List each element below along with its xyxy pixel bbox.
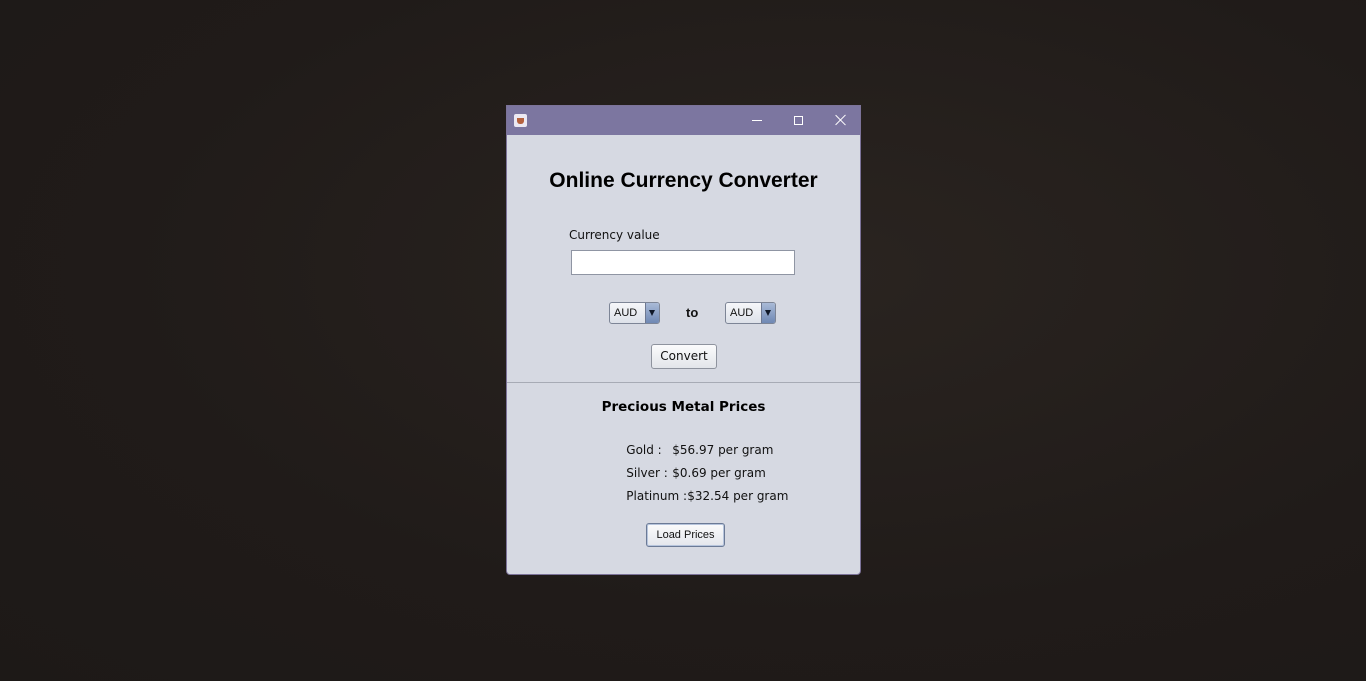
convert-button[interactable]: Convert	[651, 344, 717, 369]
java-app-icon	[514, 114, 527, 127]
close-icon	[835, 114, 847, 126]
from-currency-select[interactable]: AUD	[609, 302, 660, 324]
title-bar[interactable]	[507, 106, 860, 135]
platinum-label: Platinum :	[626, 489, 687, 503]
minimize-icon	[752, 120, 762, 121]
to-currency-value: AUD	[730, 307, 754, 319]
maximize-button[interactable]	[778, 106, 820, 135]
metal-prices-heading: Precious Metal Prices	[601, 399, 766, 415]
minimize-button[interactable]	[736, 106, 778, 135]
load-prices-button[interactable]: Load Prices	[646, 523, 725, 547]
app-window: Online Currency Converter Currency value…	[506, 105, 861, 575]
to-currency-select[interactable]: AUD	[725, 302, 776, 324]
currency-value-label: Currency value	[569, 228, 660, 242]
close-button[interactable]	[820, 106, 860, 135]
from-currency-value: AUD	[614, 307, 638, 319]
page-title: Online Currency Converter	[549, 169, 818, 192]
currency-value-input[interactable]	[571, 250, 795, 275]
chevron-down-icon[interactable]	[761, 303, 775, 323]
platinum-price-row: Platinum :$32.54 per gram	[611, 475, 788, 517]
section-divider	[507, 382, 860, 383]
chevron-down-icon[interactable]	[645, 303, 659, 323]
platinum-price: $32.54 per gram	[687, 489, 789, 503]
maximize-icon	[794, 116, 803, 125]
to-label: to	[686, 305, 699, 320]
